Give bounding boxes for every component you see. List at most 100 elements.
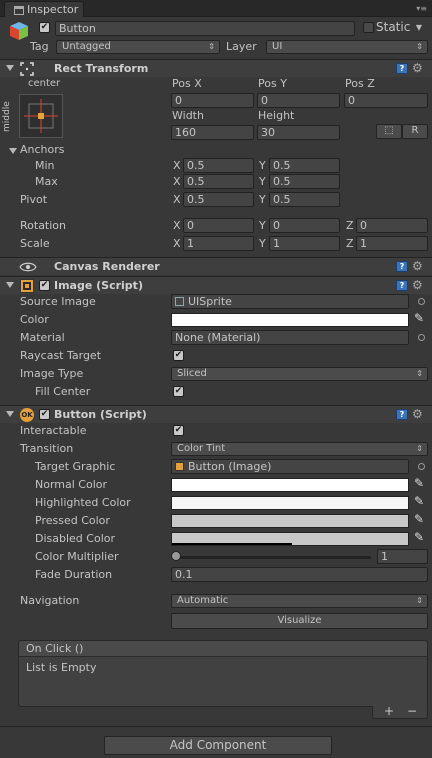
object-picker-icon[interactable]: [418, 334, 425, 341]
image-header[interactable]: ✔ Image (Script) ? ⚙: [0, 276, 432, 294]
normal-color-swatch[interactable]: [171, 478, 409, 492]
fill-center-checkbox[interactable]: ✔: [173, 386, 184, 397]
help-book-icon[interactable]: ?: [396, 261, 408, 272]
eyedropper-icon[interactable]: ✎: [414, 476, 424, 490]
disabled-color-swatch[interactable]: [171, 532, 409, 546]
transition-dropdown[interactable]: Color Tint ⇕: [171, 442, 428, 456]
scale-z-field[interactable]: 1: [356, 236, 428, 251]
foldout-icon[interactable]: [6, 282, 14, 288]
add-component-button[interactable]: Add Component: [104, 736, 332, 755]
foldout-icon[interactable]: [6, 65, 14, 71]
fade-duration-field[interactable]: 0.1: [171, 567, 428, 582]
anchors-foldout-icon[interactable]: [9, 148, 17, 154]
canvas-renderer-header[interactable]: Canvas Renderer ? ⚙: [0, 257, 432, 275]
foldout-icon[interactable]: [6, 411, 14, 417]
tab-menu-icon[interactable]: ▾≡: [416, 5, 427, 13]
rotation-x-field[interactable]: 0: [183, 218, 254, 233]
gear-icon[interactable]: ⚙: [412, 260, 423, 272]
color-multiplier-field[interactable]: 1: [377, 549, 428, 564]
pressed-color-swatch[interactable]: [171, 514, 409, 528]
button-header[interactable]: OK ✔ Button (Script) ? ⚙: [0, 405, 432, 423]
color-swatch[interactable]: [171, 313, 409, 327]
object-picker-icon[interactable]: [418, 463, 425, 470]
rotation-z-field[interactable]: 0: [356, 218, 428, 233]
pivot-y-field[interactable]: 0.5: [269, 192, 340, 207]
anchors-min-y-field[interactable]: 0.5: [269, 158, 340, 173]
eyedropper-icon[interactable]: ✎: [414, 311, 424, 325]
target-graphic-field[interactable]: Button (Image): [171, 459, 409, 474]
rotation-y-field[interactable]: 0: [269, 218, 340, 233]
button-title: Button (Script): [54, 408, 147, 421]
highlighted-color-swatch[interactable]: [171, 496, 409, 510]
height-field[interactable]: 30: [257, 125, 340, 140]
color-multiplier-label: Color Multiplier: [35, 550, 119, 563]
pos-z-label: Pos Z: [345, 77, 375, 90]
tag-dropdown[interactable]: Untagged ⇕: [56, 40, 220, 54]
pos-y-field[interactable]: 0: [257, 93, 340, 108]
remove-event-button[interactable]: −: [407, 704, 417, 718]
eyedropper-icon[interactable]: ✎: [414, 512, 424, 526]
anchor-presets-button[interactable]: [19, 94, 63, 138]
material-field[interactable]: None (Material): [171, 330, 409, 345]
scale-x-field[interactable]: 1: [183, 236, 254, 251]
scale-z-label: Z: [346, 237, 354, 250]
raycast-target-checkbox[interactable]: ✔: [173, 350, 184, 361]
anchors-max-y-field[interactable]: 0.5: [269, 174, 340, 189]
gear-icon[interactable]: ⚙: [412, 62, 423, 74]
width-field[interactable]: 160: [171, 125, 254, 140]
blueprint-mode-button[interactable]: ⬚: [376, 124, 402, 139]
layer-dropdown[interactable]: UI ⇕: [266, 40, 428, 54]
anchors-max-label: Max: [35, 175, 58, 188]
image-title: Image (Script): [54, 279, 143, 292]
gear-icon[interactable]: ⚙: [412, 408, 423, 420]
visualize-button[interactable]: Visualize: [171, 613, 428, 629]
active-checkbox[interactable]: ✔: [39, 22, 50, 33]
pivot-label: Pivot: [20, 193, 48, 206]
image-enabled-checkbox[interactable]: ✔: [39, 280, 50, 291]
gameobject-name-field[interactable]: Button: [55, 21, 355, 36]
width-label: Width: [172, 109, 204, 122]
tab-bar: Inspector ▾≡: [0, 0, 432, 17]
pivot-x-label: X: [173, 193, 181, 206]
color-multiplier-slider-thumb[interactable]: [171, 551, 181, 561]
interactable-checkbox[interactable]: ✔: [173, 425, 184, 436]
help-book-icon[interactable]: ?: [396, 280, 408, 291]
add-event-button[interactable]: +: [384, 704, 394, 718]
eyedropper-icon[interactable]: ✎: [414, 494, 424, 508]
anchors-max-x-field[interactable]: 0.5: [183, 174, 254, 189]
eye-icon: [19, 261, 37, 273]
raw-edit-mode-button[interactable]: R: [402, 124, 428, 139]
anchor-preset-label-side: middle: [2, 101, 12, 132]
pos-x-field[interactable]: 0: [171, 93, 254, 108]
pivot-x-field[interactable]: 0.5: [183, 192, 254, 207]
scale-y-field[interactable]: 1: [269, 236, 340, 251]
transition-label: Transition: [20, 442, 74, 455]
static-dropdown-arrow[interactable]: ▼: [412, 22, 426, 36]
image-type-dropdown[interactable]: Sliced ⇕: [171, 367, 428, 381]
color-multiplier-slider-track[interactable]: [175, 556, 371, 559]
event-list-footer: + −: [372, 704, 428, 719]
gear-icon[interactable]: ⚙: [412, 279, 423, 291]
anchors-min-label: Min: [35, 159, 55, 172]
static-checkbox[interactable]: [363, 22, 374, 33]
button-enabled-checkbox[interactable]: ✔: [39, 409, 50, 420]
anchors-min-x-field[interactable]: 0.5: [183, 158, 254, 173]
target-graphic-label: Target Graphic: [35, 460, 116, 473]
static-label: Static: [376, 20, 411, 34]
tab-inspector[interactable]: Inspector: [4, 1, 84, 17]
layer-label: Layer: [226, 40, 257, 53]
object-picker-icon[interactable]: [418, 298, 425, 305]
highlighted-color-label: Highlighted Color: [35, 496, 131, 509]
rect-transform-header[interactable]: Rect Transform ? ⚙: [0, 59, 432, 77]
anchor-preset-label-top: center: [28, 78, 61, 89]
pos-z-field[interactable]: 0: [344, 93, 428, 108]
navigation-dropdown[interactable]: Automatic ⇕: [171, 594, 428, 608]
canvas-renderer-title: Canvas Renderer: [54, 260, 160, 273]
eyedropper-icon[interactable]: ✎: [414, 530, 424, 544]
target-graphic-value: Button (Image): [188, 460, 272, 473]
anchors-max-y-label: Y: [259, 175, 266, 188]
tab-inspector-label: Inspector: [27, 3, 79, 16]
help-book-icon[interactable]: ?: [396, 63, 408, 74]
help-book-icon[interactable]: ?: [396, 409, 408, 420]
source-image-field[interactable]: UISprite: [171, 294, 409, 309]
